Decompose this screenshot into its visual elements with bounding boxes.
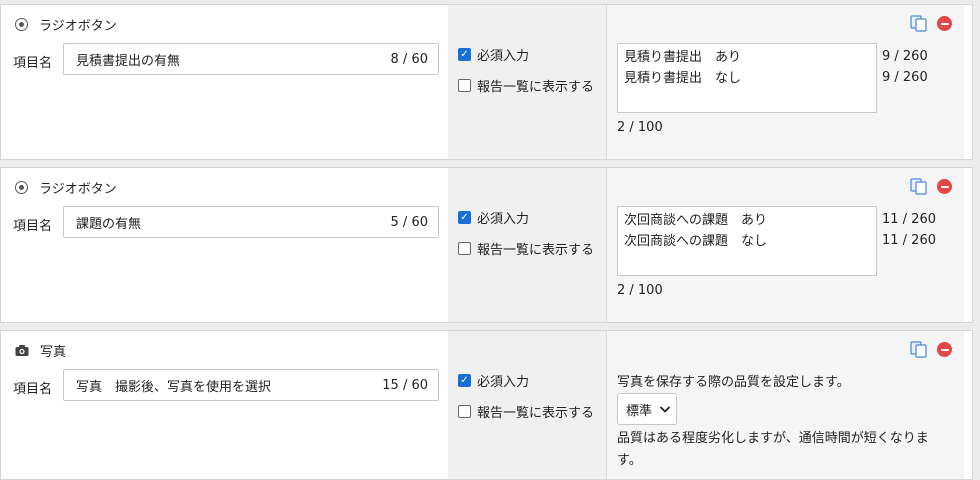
option-counter: 11 / 260 [882, 233, 936, 248]
checkbox-checked-icon[interactable] [458, 48, 471, 61]
delete-icon[interactable] [937, 342, 952, 357]
quality-select-value: 標準 [626, 403, 653, 419]
option-counters: 9 / 260 9 / 260 [882, 46, 928, 88]
item-name-input[interactable]: 見積書提出の有無 8 / 60 [63, 43, 439, 75]
item-name-label: 項目名 [13, 56, 53, 71]
item-tools [910, 15, 952, 32]
options-total-counter: 2 / 100 [617, 120, 663, 135]
quality-select[interactable]: 標準 [617, 393, 677, 425]
item-type-label: 写真 [40, 344, 67, 360]
item-name-input[interactable]: 写真 撮影後、写真を使用を選択 15 / 60 [63, 369, 439, 401]
item-flags-panel: 必須入力 報告一覧に表示する [448, 168, 606, 322]
options-total-counter: 2 / 100 [617, 283, 663, 298]
options-textarea[interactable]: 次回商談への課題 あり 次回商談への課題 なし [617, 206, 877, 276]
item-type-label: ラジオボタン [39, 18, 117, 34]
checkbox-unchecked-icon[interactable] [458, 405, 471, 418]
item-tools [910, 178, 952, 195]
item-name-value: 課題の有無 [76, 216, 142, 232]
chevron-down-icon [660, 406, 670, 412]
item-name-label: 項目名 [13, 382, 53, 397]
item-type: ラジオボタン [15, 15, 117, 34]
item-settings-panel: 写真を保存する際の品質を設定します。 標準 品質はある程度劣化しますが、通信時間… [606, 331, 964, 479]
required-checkbox[interactable]: 必須入力 [458, 371, 529, 390]
show-in-report-label: 報告一覧に表示する [477, 80, 595, 95]
option-line: 次回商談への課題 あり [624, 213, 768, 228]
show-in-report-checkbox[interactable]: 報告一覧に表示する [458, 239, 594, 258]
delete-icon[interactable] [937, 179, 952, 194]
item-name-value: 写真 撮影後、写真を使用を選択 [76, 379, 272, 395]
radio-icon [15, 180, 28, 194]
required-label: 必須入力 [477, 49, 530, 64]
show-in-report-label: 報告一覧に表示する [477, 243, 595, 258]
item-main-panel: 写真 項目名 写真 撮影後、写真を使用を選択 15 / 60 [1, 331, 448, 479]
option-counter: 9 / 260 [882, 49, 928, 64]
item-type-label: ラジオボタン [39, 181, 117, 197]
camera-icon [15, 344, 29, 356]
copy-icon[interactable] [910, 178, 927, 195]
option-counter: 11 / 260 [882, 212, 936, 227]
options-textarea[interactable]: 見積り書提出 あり 見積り書提出 なし [617, 43, 877, 113]
item-name-input[interactable]: 課題の有無 5 / 60 [63, 206, 439, 238]
option-line: 見積り書提出 なし [624, 71, 742, 86]
option-line: 次回商談への課題 なし [624, 234, 768, 249]
item-settings-panel: 次回商談への課題 あり 次回商談への課題 なし 11 / 260 11 / 26… [606, 168, 964, 322]
option-counters: 11 / 260 11 / 260 [882, 209, 936, 251]
required-label: 必須入力 [477, 212, 530, 227]
item-name-counter: 8 / 60 [390, 51, 428, 67]
required-checkbox[interactable]: 必須入力 [458, 45, 529, 64]
quality-description: 写真を保存する際の品質を設定します。 [617, 375, 850, 390]
checkbox-checked-icon[interactable] [458, 374, 471, 387]
copy-icon[interactable] [910, 15, 927, 32]
option-line: 見積り書提出 あり [624, 50, 742, 65]
item-name-counter: 15 / 60 [382, 377, 428, 393]
show-in-report-checkbox[interactable]: 報告一覧に表示する [458, 76, 594, 95]
item-flags-panel: 必須入力 報告一覧に表示する [448, 331, 606, 479]
item-name-value: 見積書提出の有無 [76, 53, 181, 69]
option-counter: 9 / 260 [882, 70, 928, 85]
delete-icon[interactable] [937, 16, 952, 31]
copy-icon[interactable] [910, 341, 927, 358]
checkbox-unchecked-icon[interactable] [458, 79, 471, 92]
item-name-counter: 5 / 60 [390, 214, 428, 230]
item-type: ラジオボタン [15, 178, 117, 197]
item-tools [910, 341, 952, 358]
show-in-report-checkbox[interactable]: 報告一覧に表示する [458, 402, 594, 421]
required-label: 必須入力 [477, 375, 530, 390]
show-in-report-label: 報告一覧に表示する [477, 406, 595, 421]
form-item-card: 写真 項目名 写真 撮影後、写真を使用を選択 15 / 60 必須入力 報告一覧… [0, 330, 973, 480]
checkbox-unchecked-icon[interactable] [458, 242, 471, 255]
item-name-label: 項目名 [13, 219, 53, 234]
required-checkbox[interactable]: 必須入力 [458, 208, 529, 227]
item-main-panel: ラジオボタン 項目名 見積書提出の有無 8 / 60 [1, 5, 448, 159]
item-type: 写真 [15, 341, 67, 360]
item-flags-panel: 必須入力 報告一覧に表示する [448, 5, 606, 159]
form-item-card: ラジオボタン 項目名 見積書提出の有無 8 / 60 必須入力 報告一覧に表示す… [0, 4, 973, 160]
item-settings-panel: 見積り書提出 あり 見積り書提出 なし 9 / 260 9 / 260 2 / … [606, 5, 964, 159]
radio-icon [15, 17, 28, 31]
form-item-card: ラジオボタン 項目名 課題の有無 5 / 60 必須入力 報告一覧に表示する 次… [0, 167, 973, 323]
checkbox-checked-icon[interactable] [458, 211, 471, 224]
quality-note: 品質はある程度劣化しますが、通信時間が短くなります。 [617, 431, 929, 468]
item-main-panel: ラジオボタン 項目名 課題の有無 5 / 60 [1, 168, 448, 322]
